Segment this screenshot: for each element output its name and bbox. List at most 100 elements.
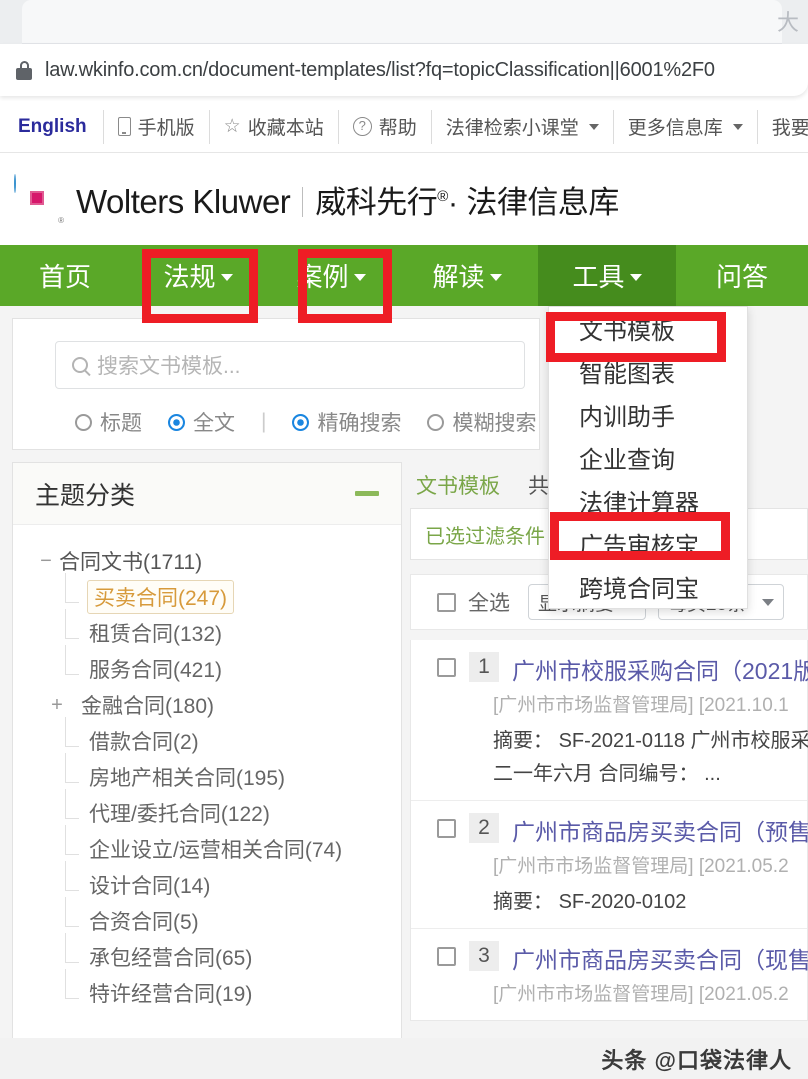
- search-placeholder: 搜索文书模板...: [97, 355, 241, 378]
- menu-item-label: 企业查询: [579, 447, 675, 474]
- result-checkbox[interactable]: [437, 658, 456, 677]
- tree-node-contracts[interactable]: − 合同文书(1711): [35, 543, 401, 579]
- result-abstract-label: 摘要：: [493, 891, 553, 913]
- chevron-down-icon: [762, 598, 774, 606]
- search-panel: 搜索文书模板... 标题 全文 | 精确搜索 模糊搜索: [12, 318, 540, 450]
- result-abstract-cont: 二一年六月 合同编号： ...: [493, 763, 721, 785]
- nav-cases[interactable]: 案例: [266, 245, 396, 306]
- minus-icon[interactable]: [355, 491, 379, 496]
- result-checkbox[interactable]: [437, 947, 456, 966]
- browser-tabstrip[interactable]: [22, 0, 782, 44]
- menu-item-company-search[interactable]: 企业查询: [549, 436, 747, 479]
- menu-item-label: 内训助手: [579, 404, 675, 431]
- menu-item-ad-review[interactable]: 广告审核宝: [549, 522, 747, 565]
- chevron-down-icon: [732, 123, 743, 130]
- tree-node-label: 代理/委托合同(122): [89, 803, 270, 826]
- utility-nav: English 手机版 ☆ 收藏本站 ? 帮助 法律检索小课堂 更多信息库 我要…: [0, 101, 808, 153]
- nav-home[interactable]: 首页: [0, 245, 130, 306]
- nav-english[interactable]: English: [0, 109, 104, 144]
- select-all-checkbox[interactable]: [437, 592, 456, 612]
- tree-node-agency-contract[interactable]: 代理/委托合同(122): [57, 789, 401, 831]
- result-title-link[interactable]: 广州市商品房买卖合同（现售）: [512, 941, 808, 975]
- brand-name: Wolters Kluwer: [76, 182, 291, 220]
- tree-node-label: 设计合同(14): [89, 875, 211, 898]
- result-item[interactable]: 3 广州市商品房买卖合同（现售） [广州市市场监督管理局] [2021.05.2: [411, 929, 808, 1020]
- tree-node-label: 承包经营合同(65): [89, 947, 253, 970]
- tree-node-service-contract[interactable]: 服务合同(421): [57, 645, 401, 687]
- star-icon: ☆: [223, 116, 241, 137]
- tree-node-label: 特许经营合同(19): [89, 983, 253, 1006]
- menu-item-legal-calculator[interactable]: 法律计算器: [549, 479, 747, 522]
- radio-exact-mode-label: 精确搜索: [317, 412, 402, 435]
- tree-node-design-contract[interactable]: 设计合同(14): [57, 861, 401, 903]
- tree-node-label: 服务合同(421): [89, 659, 223, 682]
- nav-qa[interactable]: 问答: [676, 245, 808, 306]
- results-count-label: 共: [528, 475, 549, 498]
- tree-node-enterprise-contract[interactable]: 企业设立/运营相关合同(74): [57, 825, 401, 867]
- radio-title-scope[interactable]: 标题: [75, 407, 142, 437]
- radio-fuzzy-mode-label: 模糊搜索: [452, 412, 537, 435]
- results-list: 1 广州市校服采购合同（2021版） [广州市市场监督管理局] [2021.10…: [410, 640, 808, 1021]
- result-item[interactable]: 2 广州市商品房买卖合同（预售） [广州市市场监督管理局] [2021.05.2…: [411, 801, 808, 929]
- nav-classroom-label: 法律检索小课堂: [445, 118, 579, 139]
- tree-guide: [57, 897, 87, 939]
- result-index: 3: [469, 941, 499, 971]
- menu-item-label: 智能图表: [579, 361, 675, 388]
- tree-node-franchise-contract[interactable]: 特许经营合同(19): [57, 969, 401, 1011]
- tree-node-finance-contract[interactable]: + 金融合同(180): [35, 687, 401, 723]
- nav-interpretation-label: 解读: [432, 262, 485, 292]
- brand-product: 威科先行: [315, 184, 438, 220]
- nav-submit[interactable]: 我要投稿: [758, 110, 808, 144]
- nav-interpretation[interactable]: 解读: [396, 245, 538, 306]
- nav-classroom[interactable]: 法律检索小课堂: [432, 109, 614, 144]
- radio-fulltext-scope-label: 全文: [193, 412, 235, 435]
- result-checkbox[interactable]: [437, 819, 456, 838]
- result-title-link[interactable]: 广州市校服采购合同（2021版）: [512, 652, 808, 686]
- nav-help[interactable]: ? 帮助: [339, 109, 432, 144]
- menu-item-cross-border-contract[interactable]: 跨境合同宝: [549, 565, 747, 608]
- menu-item-label: 跨境合同宝: [579, 576, 699, 603]
- radio-icon: [427, 413, 445, 431]
- menu-item-smart-charts[interactable]: 智能图表: [549, 350, 747, 393]
- result-item[interactable]: 1 广州市校服采购合同（2021版） [广州市市场监督管理局] [2021.10…: [411, 640, 808, 801]
- expand-toggle-icon[interactable]: +: [35, 694, 79, 717]
- tree-node-label: 买卖合同(247): [87, 580, 235, 614]
- chrome-corner-glyph: 大: [776, 10, 799, 35]
- topic-classification-sidebar: 主题分类 − 合同文书(1711) 买卖合同(247) 租赁合同(132) 服务…: [12, 462, 402, 1046]
- tree-guide: [57, 825, 87, 867]
- tree-node-loan-contract[interactable]: 借款合同(2): [57, 717, 401, 759]
- watermark-text: 头条 @口袋法律人: [601, 1047, 792, 1073]
- nav-more-databases-label: 更多信息库: [627, 118, 723, 139]
- menu-item-document-templates[interactable]: 文书模板: [549, 307, 747, 350]
- nav-bookmark[interactable]: ☆ 收藏本站: [210, 109, 339, 144]
- menu-item-label: 法律计算器: [579, 490, 699, 517]
- search-input[interactable]: 搜索文书模板...: [55, 341, 525, 389]
- address-bar[interactable]: law.wkinfo.com.cn/document-templates/lis…: [0, 44, 808, 96]
- tree-node-jointventure-contract[interactable]: 合资合同(5): [57, 897, 401, 939]
- tree-node-realestate-contract[interactable]: 房地产相关合同(195): [57, 753, 401, 795]
- brand-divider: [302, 186, 304, 217]
- nav-english-label: English: [18, 115, 87, 137]
- tree-node-label: 租赁合同(132): [89, 623, 223, 646]
- tree-guide: [57, 645, 87, 687]
- brand-bar: ® Wolters Kluwer 威科先行®· 法律信息库: [0, 153, 808, 245]
- tree-guide: [57, 789, 87, 831]
- nav-regulations[interactable]: 法规: [130, 245, 266, 306]
- menu-item-training-assistant[interactable]: 内训助手: [549, 393, 747, 436]
- brand-registered: ®: [437, 187, 448, 205]
- collapse-toggle-icon[interactable]: −: [35, 550, 57, 573]
- radio-fuzzy-mode[interactable]: 模糊搜索: [427, 407, 536, 437]
- nav-mobile[interactable]: 手机版: [104, 109, 210, 144]
- radio-exact-mode[interactable]: 精确搜索: [292, 407, 401, 437]
- tree-node-contracting-operation[interactable]: 承包经营合同(65): [57, 933, 401, 975]
- radio-fulltext-scope[interactable]: 全文: [168, 407, 235, 437]
- radio-selected-icon: [292, 413, 310, 431]
- result-title-link[interactable]: 广州市商品房买卖合同（预售）: [512, 813, 808, 847]
- nav-tools[interactable]: 工具: [538, 245, 676, 306]
- nav-more-databases[interactable]: 更多信息库: [614, 109, 758, 144]
- lock-icon: [16, 60, 32, 80]
- tree-node-sales-contract[interactable]: 买卖合同(247): [57, 573, 401, 615]
- tree-node-lease-contract[interactable]: 租赁合同(132): [57, 609, 401, 651]
- result-meta: [广州市市场监督管理局] [2021.05.2: [493, 856, 789, 877]
- tree-guide: [57, 609, 87, 651]
